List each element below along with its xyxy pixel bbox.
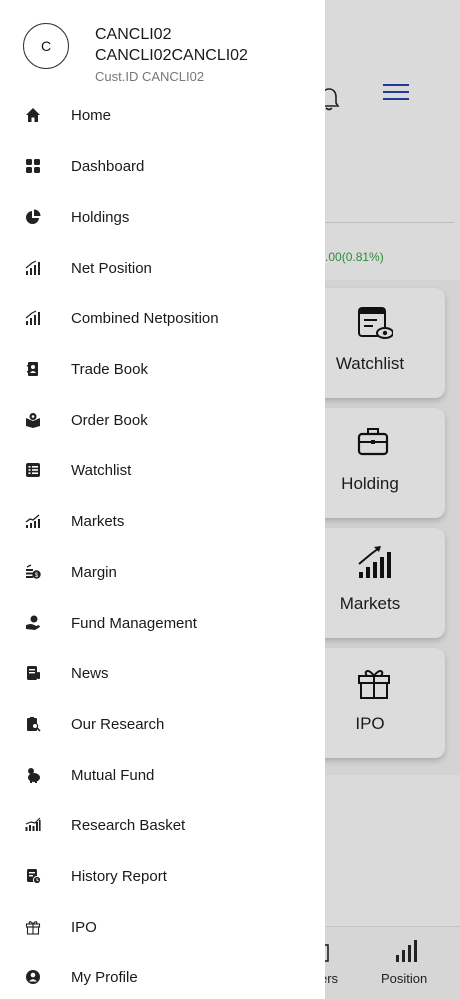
menu-label: Holdings [71, 208, 130, 226]
dashboard-icon [24, 157, 42, 175]
menu-label: Net Position [71, 259, 152, 277]
menu-label: Margin [71, 563, 117, 581]
research-icon [24, 715, 42, 733]
menu-label: Research Basket [71, 816, 186, 834]
menu-item-research-basket[interactable]: Research Basket [0, 802, 325, 848]
menu-label: Order Book [71, 411, 148, 429]
history-report-icon [24, 867, 42, 885]
piggy-bank-icon [24, 766, 42, 784]
menu-label: Mutual Fund [71, 766, 155, 784]
user-name-line1: CANCLI02 [95, 26, 172, 43]
menu-item-markets[interactable]: Markets [0, 498, 325, 544]
menu-label: Dashboard [71, 157, 145, 175]
menu-item-home[interactable]: Home [0, 92, 325, 138]
bar-growth-icon [24, 259, 42, 277]
menu-label: History Report [71, 867, 167, 885]
menu-item-fund-management[interactable]: Fund Management [0, 600, 325, 646]
customer-id: Cust.ID CANCLI02 [95, 69, 205, 84]
order-book-icon [24, 411, 42, 429]
menu-item-dashboard[interactable]: Dashboard [0, 143, 325, 189]
hamburger-menu-icon[interactable] [383, 84, 409, 102]
fund-hand-icon [24, 614, 42, 632]
menu-label: IPO [71, 918, 97, 936]
menu-label: Trade Book [71, 360, 148, 378]
menu-item-order-book[interactable]: Order Book [0, 397, 325, 443]
bar-growth-icon [24, 309, 42, 327]
trend-up-icon [24, 512, 42, 530]
menu-item-net-position[interactable]: Net Position [0, 245, 325, 291]
navigation-drawer: C CANCLI02 CANCLI02CANCLI02 Cust.ID CANC… [0, 0, 325, 999]
news-icon [24, 664, 42, 682]
user-name-line2: CANCLI02CANCLI02 [95, 47, 248, 64]
home-icon [24, 106, 42, 124]
coins-icon: $ [24, 563, 42, 581]
menu-label: Home [71, 106, 112, 124]
position-icon[interactable] [395, 939, 419, 963]
pie-chart-icon [24, 208, 42, 226]
menu-item-my-profile[interactable]: My Profile [0, 954, 325, 1000]
menu-label: Fund Management [71, 614, 197, 632]
menu-item-history-report[interactable]: History Report [0, 853, 325, 899]
avatar[interactable]: C [23, 23, 69, 69]
menu-item-mutual-fund[interactable]: Mutual Fund [0, 752, 325, 798]
list-icon [24, 461, 42, 479]
menu-label: My Profile [71, 968, 138, 986]
menu-label: Combined Netposition [71, 309, 219, 327]
watchlist-icon [358, 307, 393, 339]
menu-item-trade-book[interactable]: Trade Book [0, 346, 325, 392]
menu-item-holdings[interactable]: Holdings [0, 194, 325, 240]
user-circle-icon [24, 968, 42, 986]
bottom-nav-position-label[interactable]: Position [381, 971, 427, 986]
briefcase-icon [357, 428, 389, 456]
menu-label: Watchlist [71, 461, 132, 479]
markets-chart-icon [358, 546, 391, 578]
menu-label: Our Research [71, 715, 165, 733]
gift-icon [24, 918, 42, 936]
menu-item-margin[interactable]: $ Margin [0, 549, 325, 595]
menu-item-ipo[interactable]: IPO [0, 904, 325, 950]
menu-label: Markets [71, 512, 125, 530]
basket-chart-icon [24, 816, 42, 834]
menu-label: News [71, 664, 109, 682]
menu-item-combined-netposition[interactable]: Combined Netposition [0, 295, 325, 341]
gift-icon [358, 670, 390, 699]
menu-item-our-research[interactable]: Our Research [0, 701, 325, 747]
menu-item-news[interactable]: News [0, 650, 325, 696]
menu-item-watchlist[interactable]: Watchlist [0, 447, 325, 493]
contact-book-icon [24, 360, 42, 378]
